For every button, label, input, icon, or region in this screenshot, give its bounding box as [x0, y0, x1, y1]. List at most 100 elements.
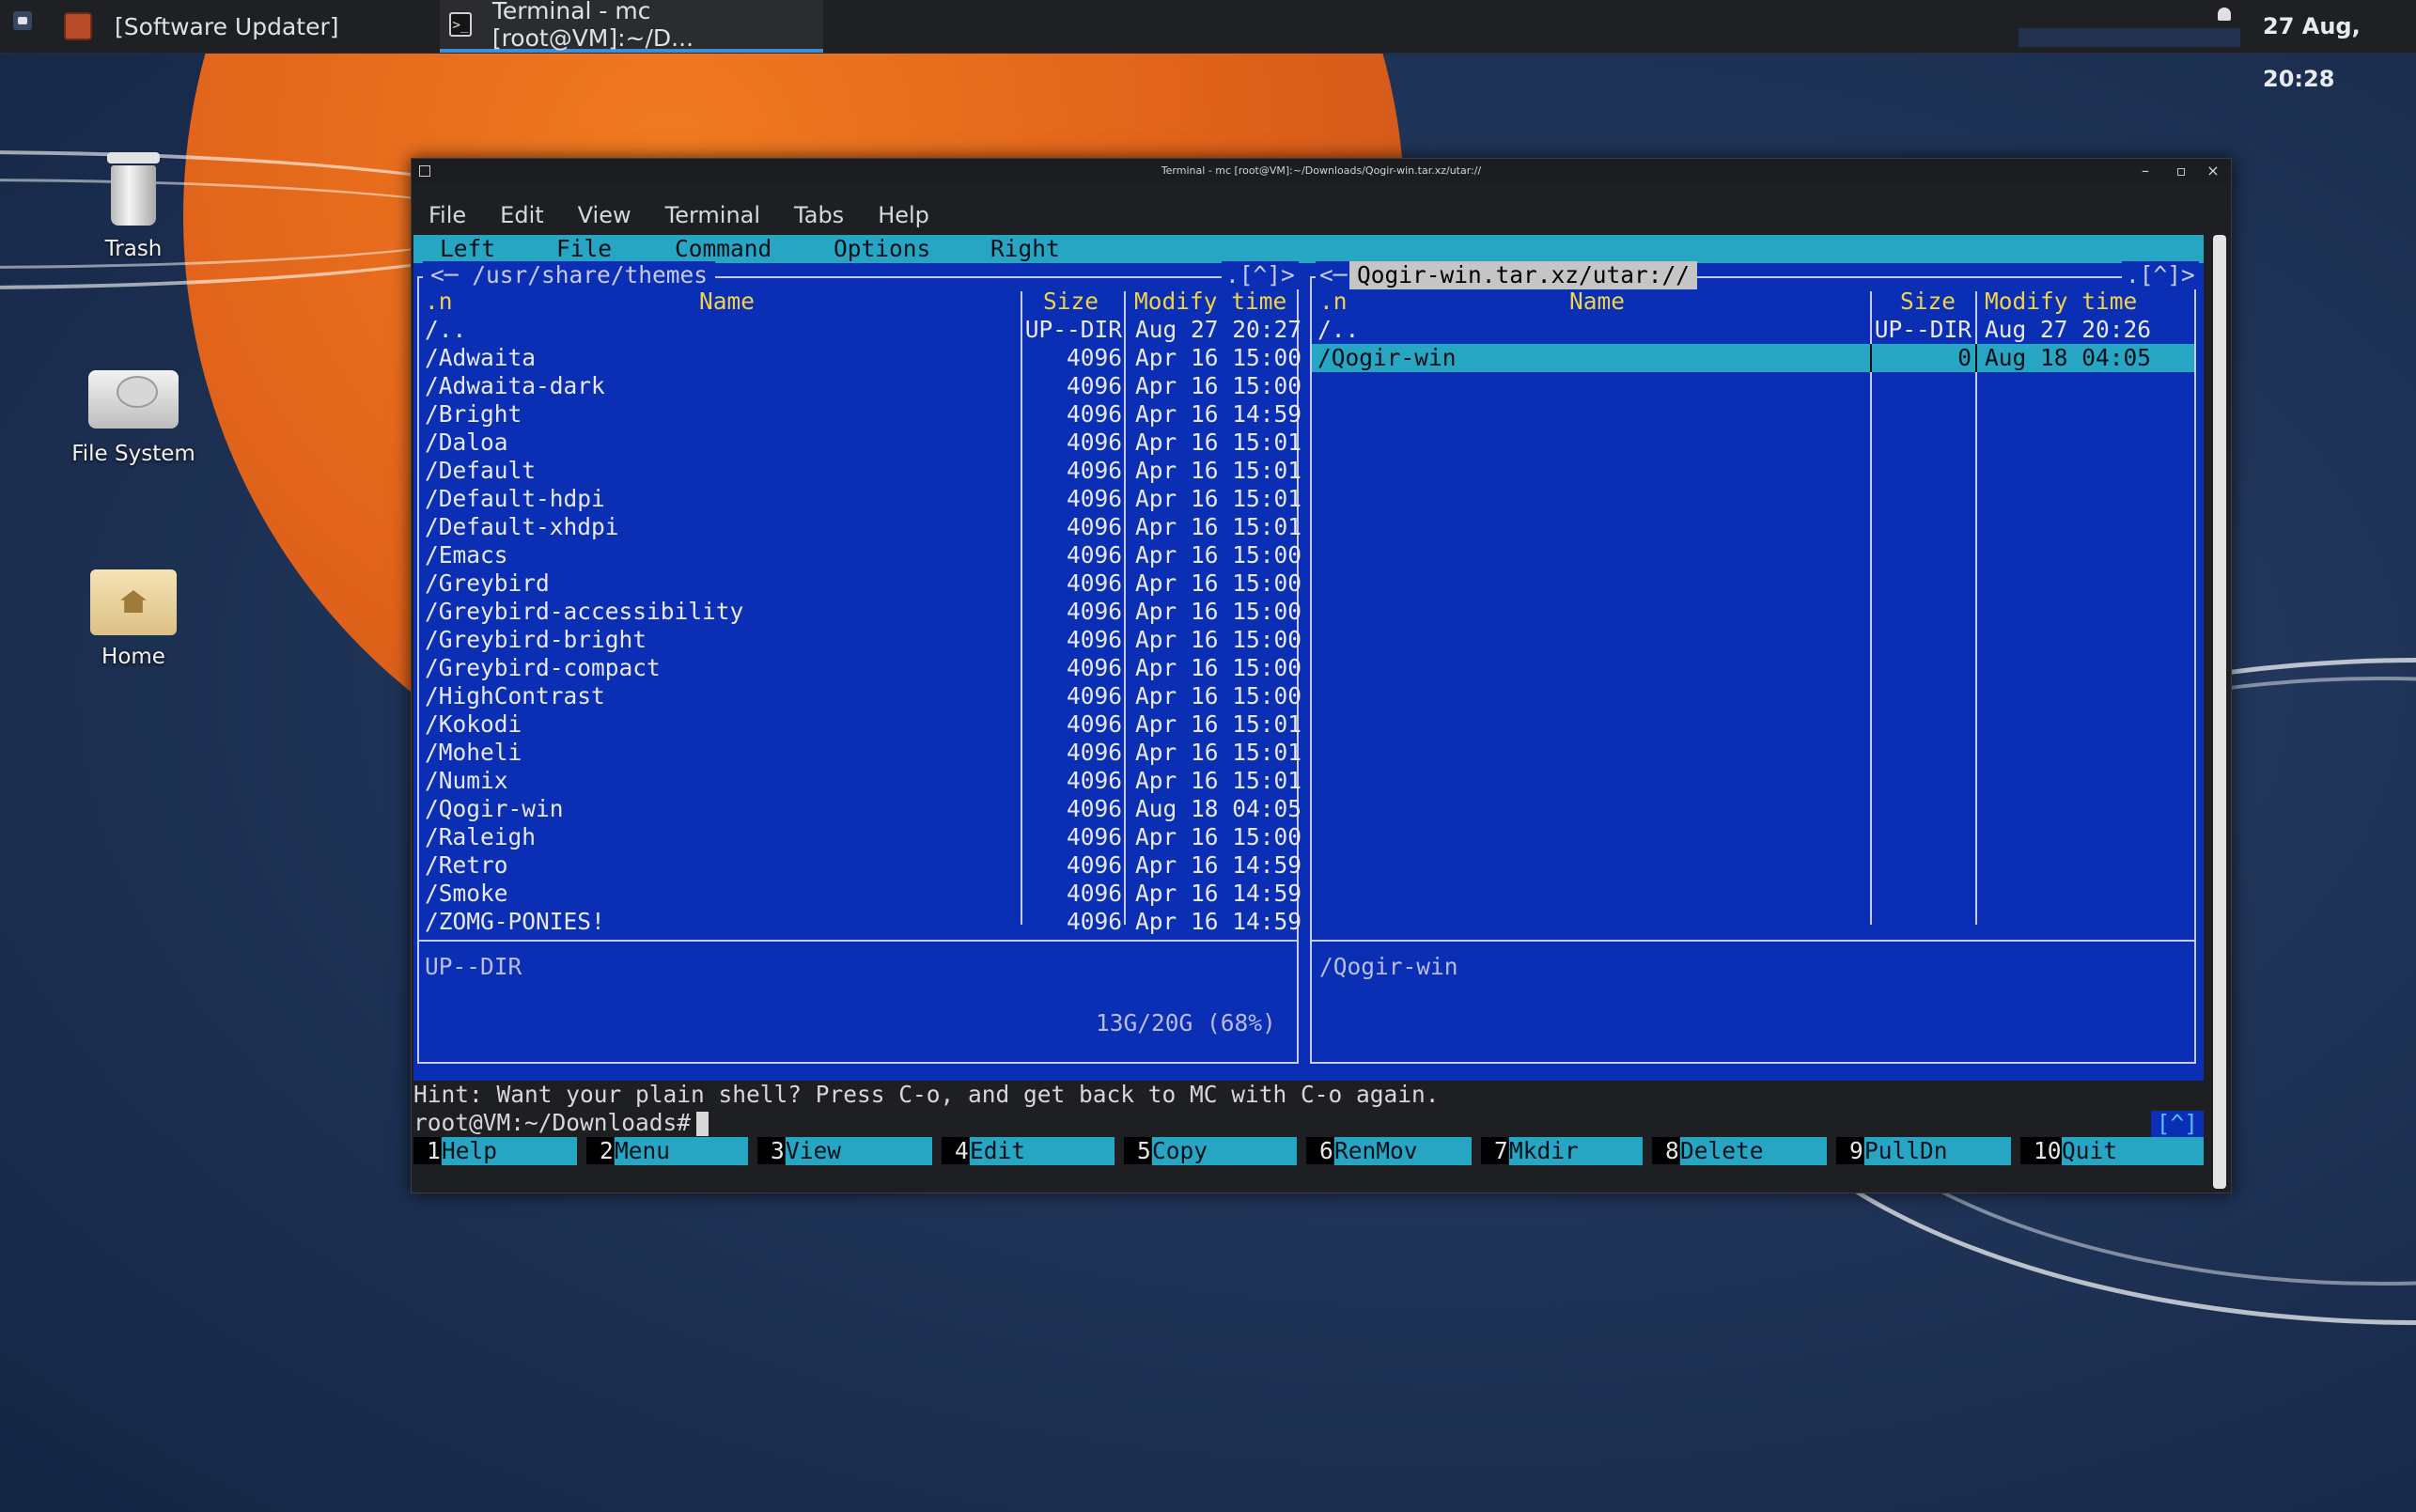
desktop-icon-home[interactable]: Home — [49, 564, 218, 669]
terminal-icon — [419, 165, 430, 177]
file-size: 4096 — [1066, 710, 1122, 738]
column-header-name[interactable]: Name — [1569, 288, 1625, 316]
fkey-label: RenMov — [1334, 1137, 1472, 1165]
applications-menu-icon[interactable] — [13, 11, 32, 30]
fkey-quit[interactable]: 10 Quit — [2020, 1137, 2204, 1165]
fkey-label: Copy — [1152, 1137, 1297, 1165]
fkey-number: 9 — [1836, 1137, 1863, 1164]
menu-terminal[interactable]: Terminal — [648, 202, 777, 228]
left-panel-path[interactable]: <─ /usr/share/themes — [423, 261, 716, 289]
column-header-size[interactable]: Size — [1900, 288, 1956, 316]
file-name: /Greybird-compact — [425, 654, 661, 681]
right-panel[interactable]: <─ Qogir-win.tar.xz/utar:// .[^]> .n Nam… — [1306, 261, 2204, 1081]
file-size: 4096 — [1066, 851, 1122, 879]
fkey-renmov[interactable]: 6 RenMov — [1306, 1137, 1481, 1165]
desktop-icon-label: Trash — [104, 237, 163, 261]
column-header-sort[interactable]: .n — [1319, 288, 1348, 316]
mc-menu-right[interactable]: Right — [990, 235, 1060, 263]
hint-line: Hint: Want your plain shell? Press C-o, … — [413, 1081, 1440, 1108]
fkey-pulldn[interactable]: 9 PullDn — [1836, 1137, 2020, 1165]
column-header-sort[interactable]: .n — [425, 288, 453, 316]
scroll-indicator[interactable]: [^] — [2150, 1111, 2204, 1137]
menu-edit[interactable]: Edit — [483, 202, 560, 228]
file-mtime: Apr 16 15:00 — [1135, 541, 1302, 569]
menu-view[interactable]: View — [561, 202, 648, 228]
file-name: /Emacs — [425, 541, 508, 569]
taskbar-item-terminal[interactable]: >_ Terminal - mc [root@VM]:~/D... — [440, 0, 823, 53]
fkey-label: PullDn — [1864, 1137, 2011, 1165]
fkey-mkdir[interactable]: 7 Mkdir — [1481, 1137, 1652, 1165]
file-mtime: Apr 16 15:00 — [1135, 372, 1302, 399]
file-name: /Adwaita — [425, 344, 537, 371]
file-size: 4096 — [1066, 344, 1122, 371]
window-titlebar[interactable]: Terminal - mc [root@VM]:~/Downloads/Qogi… — [412, 159, 2231, 183]
fkey-menu[interactable]: 2 Menu — [586, 1137, 757, 1165]
shell-prompt[interactable]: root@VM:~/Downloads# — [413, 1109, 709, 1137]
fkey-edit[interactable]: 4 Edit — [942, 1137, 1124, 1165]
fkey-copy[interactable]: 5 Copy — [1124, 1137, 1306, 1165]
column-header-name[interactable]: Name — [699, 288, 755, 316]
menu-file[interactable]: File — [412, 202, 483, 228]
file-name: /.. — [1317, 316, 1360, 343]
file-mtime: Apr 16 14:59 — [1135, 400, 1302, 428]
close-button[interactable]: × — [2203, 161, 2223, 181]
file-size: 0 — [1957, 344, 1972, 371]
window-title: Terminal - mc [root@VM]:~/Downloads/Qogi… — [1161, 164, 1482, 177]
mc-menu-left[interactable]: Left — [440, 235, 495, 263]
column-divider — [1124, 291, 1126, 925]
column-header-size[interactable]: Size — [1043, 288, 1099, 316]
panel-left-corner[interactable]: <─ — [1316, 261, 1351, 289]
file-size: 4096 — [1066, 880, 1122, 907]
fkey-number: 2 — [586, 1137, 614, 1164]
file-size: 4096 — [1066, 795, 1122, 822]
column-header-time[interactable]: Modify time — [1985, 288, 2137, 316]
file-mtime: Apr 16 15:00 — [1135, 654, 1302, 681]
desktop-icon-label: Home — [101, 645, 165, 669]
panel-tray-area — [2019, 28, 2240, 47]
file-size: 4096 — [1066, 485, 1122, 512]
fkey-label: Delete — [1680, 1137, 1827, 1165]
fkey-delete[interactable]: 8 Delete — [1652, 1137, 1836, 1165]
file-name: /Default-hdpi — [425, 485, 605, 512]
menu-tabs[interactable]: Tabs — [777, 202, 861, 228]
file-size: 4096 — [1066, 767, 1122, 794]
right-panel-path[interactable]: Qogir-win.tar.xz/utar:// — [1349, 261, 1698, 289]
trash-icon — [105, 152, 162, 227]
panel-corner-controls[interactable]: .[^]> — [2122, 261, 2199, 289]
mc-menubar: Left File Command Options Right — [413, 235, 2204, 263]
maximize-button[interactable]: ▫ — [2171, 161, 2191, 181]
fkey-label: View — [786, 1137, 932, 1165]
file-mtime: Apr 16 15:01 — [1135, 739, 1302, 766]
desktop-icon-trash[interactable]: Trash — [49, 152, 218, 261]
mc-menu-command[interactable]: Command — [675, 235, 772, 263]
fkey-label: Mkdir — [1509, 1137, 1643, 1165]
column-divider — [1870, 291, 1872, 925]
taskbar-item-software-updater[interactable]: [Software Updater] — [64, 0, 421, 53]
clock[interactable]: 27 Aug, 20:28 — [2263, 0, 2416, 92]
file-size: 4096 — [1066, 598, 1122, 625]
mc-menu-file[interactable]: File — [556, 235, 612, 263]
file-size: 4096 — [1066, 654, 1122, 681]
left-panel[interactable]: <─ /usr/share/themes .[^]> .n Name Size … — [413, 261, 1306, 1081]
minimize-button[interactable]: – — [2135, 161, 2156, 181]
column-header-time[interactable]: Modify time — [1134, 288, 1286, 316]
file-size: 4096 — [1066, 908, 1122, 935]
file-mtime: Apr 16 15:00 — [1135, 344, 1302, 371]
desktop-icon-label: File System — [71, 442, 195, 466]
fkey-view[interactable]: 3 View — [757, 1137, 942, 1165]
mc-menu-options[interactable]: Options — [834, 235, 930, 263]
notification-bell-icon[interactable] — [2218, 8, 2231, 21]
file-mtime: Aug 18 04:05 — [1985, 344, 2152, 371]
desktop-icon-file-system[interactable]: File System — [49, 361, 218, 466]
file-row-selected[interactable]: /Qogir-win 0 Aug 18 04:05 — [1312, 344, 2194, 372]
fkey-label: Help — [442, 1137, 577, 1165]
fkey-number: 4 — [942, 1137, 969, 1164]
fkey-help[interactable]: 1 Help — [413, 1137, 586, 1165]
terminal-scrollbar[interactable] — [2213, 235, 2226, 1189]
left-panel-status: UP--DIR — [425, 953, 522, 980]
file-mtime: Apr 16 14:59 — [1135, 908, 1302, 935]
panel-corner-controls[interactable]: .[^]> — [1222, 261, 1299, 289]
file-size: 4096 — [1066, 513, 1122, 540]
menu-help[interactable]: Help — [861, 202, 946, 228]
file-name: /Greybird-accessibility — [425, 598, 744, 625]
